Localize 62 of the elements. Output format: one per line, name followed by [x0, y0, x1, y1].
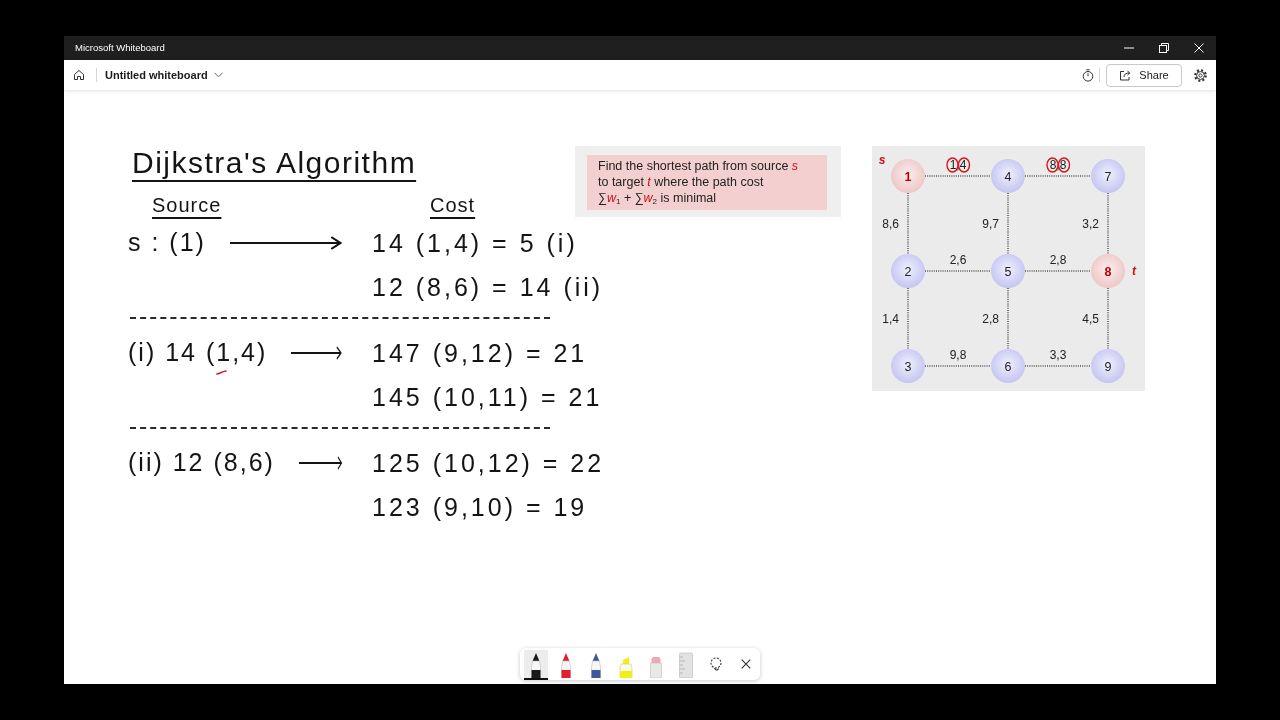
- board-title-menu[interactable]: Untitled whiteboard: [105, 66, 223, 84]
- settings-icon: [1194, 68, 1207, 82]
- graph-node: 2: [891, 254, 925, 288]
- handwritten-text: (i) 14 (1,4): [128, 334, 268, 372]
- handwritten-column-header: Source: [152, 193, 222, 218]
- edge-label: 3,3: [1049, 348, 1067, 362]
- edge-label: 2,6: [949, 253, 967, 267]
- graph-edge: [924, 175, 992, 177]
- graph-node: 6: [991, 349, 1025, 383]
- share-button[interactable]: Share: [1106, 63, 1182, 87]
- arrow-icon: [291, 346, 342, 360]
- close-icon: [741, 659, 751, 669]
- graph-edge: [1107, 287, 1109, 350]
- graph-node: 1: [891, 159, 925, 193]
- stopwatch-icon: [1082, 68, 1094, 82]
- node-tag: t: [1132, 264, 1136, 278]
- edge-label: 1,4: [882, 311, 899, 326]
- graph-edge: [1007, 192, 1009, 255]
- graph-edge: [924, 270, 992, 272]
- graph-edge: [1107, 192, 1109, 255]
- chevron-down-icon: [213, 72, 223, 78]
- graph-edge: [1007, 287, 1009, 350]
- handwritten-text: 145 (10,11) = 21: [372, 382, 604, 413]
- handwritten-text: (ii) 12 (8,6): [128, 447, 275, 479]
- arrow-icon: [229, 236, 342, 250]
- graph-node: 9: [1091, 349, 1125, 383]
- handwritten-text: 125 (10,12) = 22: [372, 448, 606, 479]
- graph-node: 3: [891, 349, 925, 383]
- close-icon: [1193, 43, 1204, 53]
- handwritten-text: 147 (9,12) = 21: [372, 338, 589, 369]
- edge-label: 2,8: [1049, 253, 1067, 267]
- problem-text: Find the shortest path from source s to target t where the path cost ∑w$_{1}$ + ∑w$_{2}$ is minimal: [598, 158, 800, 206]
- handwritten-text: 14 (1,4) = 5 (i): [372, 228, 579, 259]
- edge-label: 9,7: [982, 216, 999, 231]
- share-icon: [1119, 69, 1132, 81]
- graph-edge: [1024, 270, 1092, 272]
- restore-icon: [1158, 43, 1169, 53]
- handwritten-text: 123 (9,10) = 19: [372, 492, 589, 523]
- graph-edge: [907, 287, 909, 350]
- graph-edge: [1024, 365, 1092, 367]
- handwritten-column-header: Cost: [430, 193, 476, 218]
- edge-label: 8,6: [882, 216, 899, 231]
- window-title: Microsoft Whiteboard: [75, 40, 165, 55]
- graph-node: 8: [1091, 254, 1125, 288]
- lasso-icon: [709, 657, 723, 671]
- handwritten-heading: Dijkstra's Algorithm: [132, 145, 417, 181]
- graph-edge: [924, 365, 992, 367]
- graph-node: 5: [991, 254, 1025, 288]
- edge-label: 3,2: [1082, 216, 1099, 231]
- edge-label: 9,8: [949, 348, 967, 362]
- node-tag: s: [878, 153, 886, 167]
- graph-edge: [907, 192, 909, 255]
- eraser-icon: [648, 656, 664, 678]
- ruler-icon: [678, 652, 694, 678]
- edge-label: 4,5: [1082, 311, 1099, 326]
- edge-label: 2,8: [982, 311, 999, 326]
- graph-edge: [1024, 175, 1092, 177]
- graph-node: 4: [991, 159, 1025, 193]
- handwritten-text: s : (1): [128, 227, 206, 259]
- home-icon: [73, 69, 85, 81]
- graph-node: 7: [1091, 159, 1125, 193]
- handwritten-text: 12 (8,6) = 14 (ii): [372, 272, 605, 303]
